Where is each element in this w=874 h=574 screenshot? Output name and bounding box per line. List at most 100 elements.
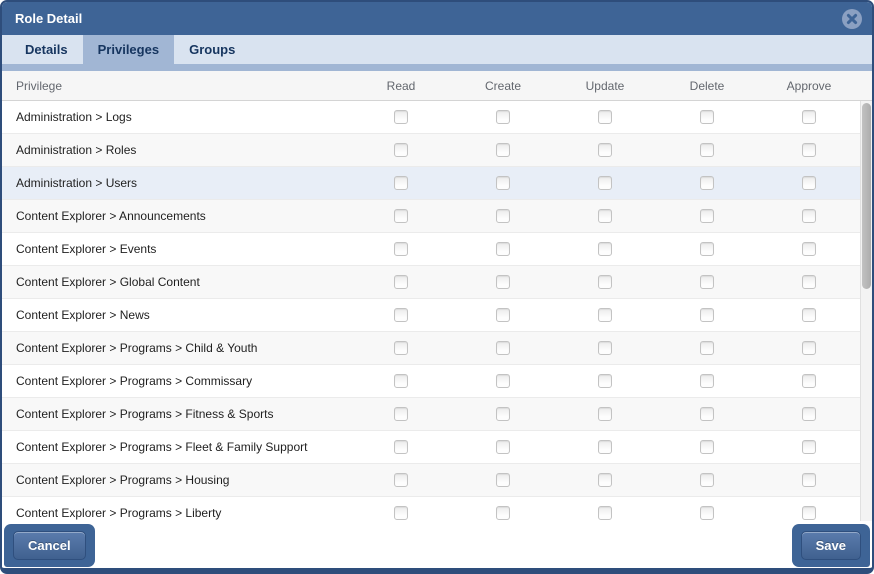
checkbox-delete[interactable] [700, 473, 714, 487]
role-detail-dialog: Role Detail Details Privileges Groups Pr… [0, 0, 874, 574]
privilege-row-label: Administration > Roles [2, 143, 350, 157]
checkbox-create[interactable] [496, 209, 510, 223]
checkbox-delete[interactable] [700, 374, 714, 388]
checkbox-read[interactable] [394, 341, 408, 355]
checkbox-update[interactable] [598, 374, 612, 388]
checkbox-read[interactable] [394, 308, 408, 322]
privilege-row[interactable]: Content Explorer > Programs > Child & Yo… [2, 332, 860, 365]
checkbox-create[interactable] [496, 341, 510, 355]
checkbox-update[interactable] [598, 176, 612, 190]
close-button[interactable] [842, 9, 862, 29]
checkbox-create[interactable] [496, 143, 510, 157]
checkbox-delete[interactable] [700, 242, 714, 256]
column-header-create: Create [452, 79, 554, 93]
checkbox-read[interactable] [394, 176, 408, 190]
privilege-row[interactable]: Content Explorer > Programs > Commissary [2, 365, 860, 398]
checkbox-approve[interactable] [802, 473, 816, 487]
privilege-row-label: Administration > Logs [2, 110, 350, 124]
checkbox-delete[interactable] [700, 110, 714, 124]
checkbox-update[interactable] [598, 440, 612, 454]
checkbox-delete[interactable] [700, 341, 714, 355]
vertical-scrollbar-thumb[interactable] [862, 103, 871, 289]
checkbox-approve[interactable] [802, 506, 816, 520]
checkbox-approve[interactable] [802, 341, 816, 355]
checkbox-create[interactable] [496, 440, 510, 454]
checkbox-create[interactable] [496, 308, 510, 322]
privilege-row[interactable]: Administration > Roles [2, 134, 860, 167]
checkbox-delete[interactable] [700, 308, 714, 322]
tab-groups[interactable]: Groups [174, 35, 250, 64]
privilege-row[interactable]: Content Explorer > News [2, 299, 860, 332]
active-tab-strip [2, 64, 872, 71]
checkbox-read[interactable] [394, 506, 408, 520]
checkbox-approve[interactable] [802, 110, 816, 124]
dialog-titlebar: Role Detail [2, 2, 872, 35]
dialog-footer: Cancel Save [2, 521, 872, 568]
checkbox-read[interactable] [394, 407, 408, 421]
checkbox-create[interactable] [496, 473, 510, 487]
checkbox-delete[interactable] [700, 209, 714, 223]
checkbox-create[interactable] [496, 242, 510, 256]
checkbox-update[interactable] [598, 275, 612, 289]
checkbox-read[interactable] [394, 374, 408, 388]
checkbox-read[interactable] [394, 473, 408, 487]
checkbox-delete[interactable] [700, 143, 714, 157]
checkbox-update[interactable] [598, 143, 612, 157]
checkbox-delete[interactable] [700, 176, 714, 190]
privilege-table-header: Privilege Read Create Update Delete Appr… [2, 71, 872, 101]
checkbox-create[interactable] [496, 176, 510, 190]
checkbox-approve[interactable] [802, 176, 816, 190]
privilege-row[interactable]: Content Explorer > Programs > Fitness & … [2, 398, 860, 431]
checkbox-delete[interactable] [700, 506, 714, 520]
checkbox-approve[interactable] [802, 242, 816, 256]
checkbox-update[interactable] [598, 209, 612, 223]
vertical-scrollbar-track[interactable] [860, 101, 872, 521]
checkbox-create[interactable] [496, 506, 510, 520]
checkbox-read[interactable] [394, 242, 408, 256]
checkbox-read[interactable] [394, 440, 408, 454]
checkbox-approve[interactable] [802, 143, 816, 157]
checkbox-create[interactable] [496, 275, 510, 289]
checkbox-update[interactable] [598, 506, 612, 520]
checkbox-read[interactable] [394, 209, 408, 223]
privilege-row[interactable]: Content Explorer > Programs > Housing [2, 464, 860, 497]
checkbox-delete[interactable] [700, 407, 714, 421]
privilege-row[interactable]: Content Explorer > Programs > Fleet & Fa… [2, 431, 860, 464]
checkbox-update[interactable] [598, 308, 612, 322]
checkbox-update[interactable] [598, 242, 612, 256]
column-header-read: Read [350, 79, 452, 93]
privilege-row[interactable]: Content Explorer > Programs > Liberty [2, 497, 860, 521]
checkbox-update[interactable] [598, 110, 612, 124]
column-header-delete: Delete [656, 79, 758, 93]
checkbox-approve[interactable] [802, 308, 816, 322]
cancel-button[interactable]: Cancel [13, 531, 86, 560]
checkbox-create[interactable] [496, 374, 510, 388]
tab-details[interactable]: Details [10, 35, 83, 64]
checkbox-approve[interactable] [802, 209, 816, 223]
checkbox-delete[interactable] [700, 440, 714, 454]
checkbox-create[interactable] [496, 407, 510, 421]
privilege-row[interactable]: Administration > Users [2, 167, 860, 200]
checkbox-update[interactable] [598, 341, 612, 355]
checkbox-read[interactable] [394, 275, 408, 289]
checkbox-read[interactable] [394, 110, 408, 124]
checkbox-approve[interactable] [802, 374, 816, 388]
checkbox-update[interactable] [598, 473, 612, 487]
checkbox-delete[interactable] [700, 275, 714, 289]
checkbox-create[interactable] [496, 110, 510, 124]
tab-privileges[interactable]: Privileges [83, 35, 174, 64]
privilege-table-body: Administration > Logs Administration > R… [2, 101, 872, 521]
privilege-row[interactable]: Content Explorer > Announcements [2, 200, 860, 233]
checkbox-read[interactable] [394, 143, 408, 157]
privilege-row[interactable]: Content Explorer > Global Content [2, 266, 860, 299]
checkbox-approve[interactable] [802, 440, 816, 454]
column-header-approve: Approve [758, 79, 860, 93]
privilege-row[interactable]: Administration > Logs [2, 101, 860, 134]
dialog-title: Role Detail [15, 11, 82, 26]
checkbox-approve[interactable] [802, 407, 816, 421]
circle-x-icon [842, 9, 862, 29]
privilege-row[interactable]: Content Explorer > Events [2, 233, 860, 266]
checkbox-update[interactable] [598, 407, 612, 421]
save-button[interactable]: Save [801, 531, 861, 560]
checkbox-approve[interactable] [802, 275, 816, 289]
